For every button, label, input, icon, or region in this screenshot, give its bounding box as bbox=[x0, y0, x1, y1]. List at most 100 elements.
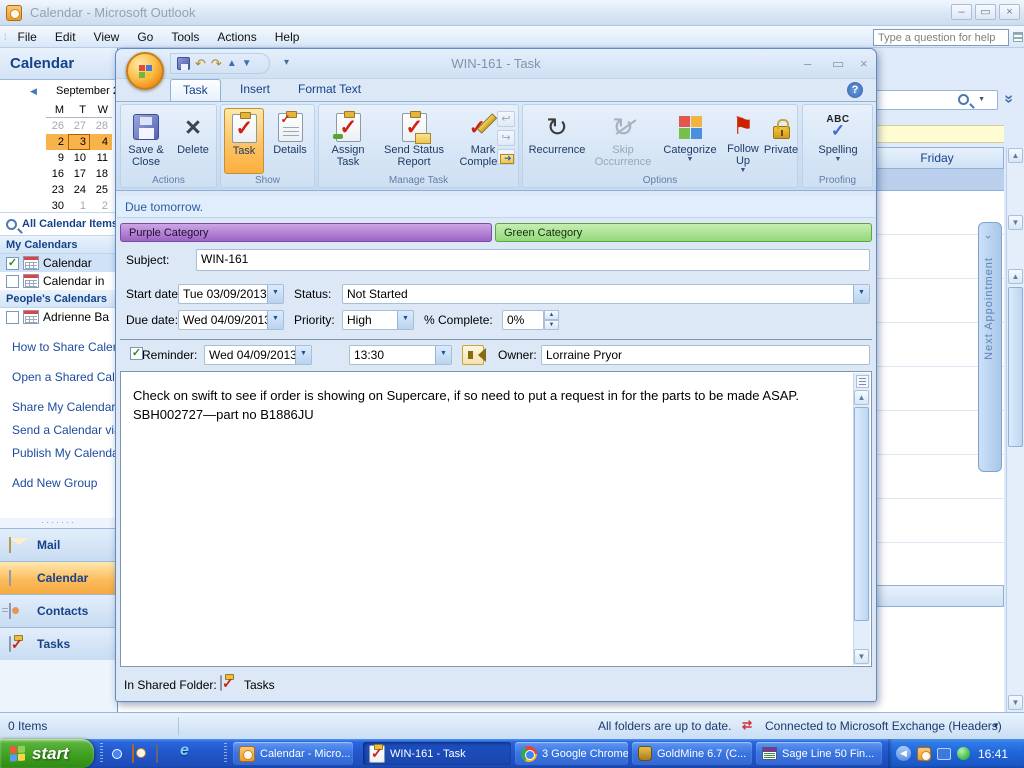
spelling-button[interactable]: ABC ✓ Spelling ▼ bbox=[808, 108, 868, 174]
help-icon[interactable]: ? bbox=[847, 82, 863, 98]
calendar-item-archive[interactable]: Calendar in bbox=[0, 272, 117, 290]
tray-status-icon[interactable] bbox=[957, 747, 970, 760]
scroll-up-icon[interactable]: ▲ bbox=[1008, 269, 1023, 284]
scroll-down-icon[interactable]: ▼ bbox=[1008, 695, 1023, 710]
calendar-day-selected[interactable]: 4 bbox=[90, 134, 112, 150]
undo-icon[interactable]: ↶ bbox=[195, 57, 206, 70]
taskbar-button-task[interactable]: WIN-161 - Task bbox=[363, 742, 511, 765]
calendar-day[interactable]: 26 bbox=[46, 118, 68, 134]
link-open-shared[interactable]: Open a Shared Calendar... bbox=[12, 370, 155, 384]
checkbox-unchecked[interactable] bbox=[6, 274, 19, 288]
close-button[interactable]: × bbox=[860, 57, 868, 70]
reply-all-icon[interactable]: ↪ bbox=[497, 130, 515, 146]
dropdown-button[interactable]: ▼ bbox=[295, 346, 311, 364]
reminder-time-combo[interactable]: 13:30 ▼ bbox=[349, 345, 452, 365]
toolbar-grip[interactable]: ⁞ bbox=[4, 32, 7, 42]
dropdown-button[interactable]: ▼ bbox=[435, 346, 451, 364]
customize-qat-icon[interactable]: ▾ bbox=[284, 57, 289, 68]
link-add-new-group[interactable]: Add New Group bbox=[12, 476, 117, 490]
scrollbar-thumb[interactable] bbox=[854, 407, 869, 621]
calendar-day[interactable]: 2 bbox=[90, 198, 112, 214]
prev-month-arrow[interactable]: ◀ bbox=[30, 86, 37, 97]
tab-insert[interactable]: Insert bbox=[228, 79, 282, 101]
menu-go[interactable]: Go bbox=[128, 28, 162, 46]
calendar-day[interactable]: 27 bbox=[68, 118, 90, 134]
reminder-date-combo[interactable]: Wed 04/09/2013 ▼ bbox=[204, 345, 312, 365]
scroll-down-icon[interactable]: ▼ bbox=[854, 649, 869, 664]
task-view-button[interactable]: Task bbox=[224, 108, 264, 174]
next-appointment-tab[interactable]: › Next Appointment bbox=[978, 222, 1002, 472]
task-body-editor[interactable]: Check on swift to see if order is showin… bbox=[120, 371, 872, 667]
scroll-down-icon[interactable]: ▼ bbox=[1008, 215, 1023, 230]
status-combo[interactable]: Not Started ▼ bbox=[342, 284, 870, 304]
menu-edit[interactable]: Edit bbox=[46, 28, 85, 46]
menu-help[interactable]: Help bbox=[266, 28, 309, 46]
taskbar-grip[interactable] bbox=[224, 743, 227, 764]
pane-splitter[interactable]: ······· bbox=[0, 518, 117, 528]
menu-actions[interactable]: Actions bbox=[208, 28, 265, 46]
taskbar-button-sage[interactable]: Sage Line 50 Fin... bbox=[756, 742, 882, 765]
body-scrollbar[interactable]: ▲ ▼ bbox=[853, 373, 870, 665]
calendar-day[interactable]: 1 bbox=[68, 198, 90, 214]
next-item-icon[interactable]: ▼ bbox=[242, 57, 252, 70]
calendar-day[interactable]: 23 bbox=[46, 182, 68, 198]
forward-icon[interactable] bbox=[497, 149, 515, 165]
chrome-icon[interactable] bbox=[108, 745, 125, 762]
priority-combo[interactable]: High ▼ bbox=[342, 310, 414, 330]
minimize-button[interactable]: – bbox=[951, 4, 972, 20]
calendar-day[interactable]: 18 bbox=[90, 166, 112, 182]
link-how-to-share[interactable]: How to Share Calendars... bbox=[12, 340, 153, 354]
nav-button-mail[interactable]: Mail bbox=[0, 528, 117, 561]
tray-collapse-icon[interactable]: ◀ bbox=[896, 746, 911, 761]
private-button[interactable]: Private bbox=[763, 108, 799, 174]
save-icon[interactable] bbox=[177, 57, 190, 70]
nav-button-tasks[interactable]: Tasks bbox=[0, 627, 117, 660]
menu-file[interactable]: File bbox=[9, 28, 46, 46]
assign-task-button[interactable]: Assign Task bbox=[323, 108, 373, 174]
connection-status[interactable]: Connected to Microsoft Exchange (Headers… bbox=[765, 719, 1002, 733]
outlook-icon[interactable] bbox=[132, 744, 149, 763]
categorize-button[interactable]: Categorize ▼ bbox=[659, 108, 721, 174]
percent-stepper[interactable]: ▲ ▼ bbox=[544, 310, 559, 330]
save-close-button[interactable]: Save & Close bbox=[123, 108, 169, 174]
tray-network-icon[interactable] bbox=[937, 747, 951, 760]
link-publish-calendar[interactable]: Publish My Calendar... bbox=[12, 446, 132, 460]
redo-icon[interactable]: ↷ bbox=[211, 57, 222, 70]
scroll-up-icon[interactable]: ▲ bbox=[1008, 148, 1023, 163]
delete-button[interactable]: × Delete bbox=[171, 108, 215, 174]
menu-view[interactable]: View bbox=[85, 28, 129, 46]
dropdown-button[interactable]: ▼ bbox=[267, 285, 283, 303]
checkbox-checked[interactable]: ✓ bbox=[6, 256, 19, 270]
start-date-combo[interactable]: Tue 03/09/2013 ▼ bbox=[178, 284, 284, 304]
category-bar-green[interactable]: Green Category bbox=[495, 223, 872, 242]
calendar-day[interactable]: 9 bbox=[46, 150, 68, 166]
details-button[interactable]: Details bbox=[267, 108, 313, 174]
subject-input[interactable]: WIN-161 bbox=[196, 249, 870, 271]
paintbrush-icon[interactable] bbox=[156, 744, 173, 763]
start-button[interactable]: start bbox=[0, 739, 94, 768]
tray-outlook-icon[interactable] bbox=[917, 746, 931, 761]
minimize-button[interactable]: – bbox=[804, 57, 811, 70]
reply-icon[interactable]: ↩ bbox=[497, 111, 515, 127]
taskbar-button-outlook[interactable]: Calendar - Micro... bbox=[233, 742, 353, 765]
quicklaunch-grip[interactable] bbox=[100, 743, 103, 764]
internet-explorer-icon[interactable]: e bbox=[180, 742, 197, 759]
send-status-report-button[interactable]: Send Status Report bbox=[377, 108, 451, 174]
section-my-calendars[interactable]: My Calendars bbox=[0, 236, 117, 254]
scroll-up-icon[interactable]: ▲ bbox=[854, 390, 869, 405]
select-browse-icon[interactable] bbox=[856, 375, 869, 388]
link-send-calendar[interactable]: Send a Calendar via E-mail... bbox=[12, 423, 168, 437]
dropdown-button[interactable]: ▼ bbox=[853, 285, 869, 303]
follow-up-button[interactable]: ⚑ Follow Up ▼ bbox=[723, 108, 763, 174]
calendar-day[interactable]: 28 bbox=[90, 118, 112, 134]
calendar-day[interactable]: 11 bbox=[90, 150, 112, 166]
maximize-button[interactable]: ▭ bbox=[975, 4, 996, 20]
calendar-day-today[interactable]: 3 bbox=[68, 134, 90, 150]
calendar-item-calendar[interactable]: ✓ Calendar bbox=[0, 254, 117, 272]
calendar-day-selected[interactable]: 2 bbox=[46, 134, 68, 150]
dropdown-button[interactable]: ▼ bbox=[397, 311, 413, 329]
dropdown-button[interactable]: ▼ bbox=[267, 311, 283, 329]
reminder-sound-button[interactable] bbox=[462, 345, 486, 365]
tab-format-text[interactable]: Format Text bbox=[286, 79, 373, 101]
previous-item-icon[interactable]: ▲ bbox=[227, 57, 237, 70]
